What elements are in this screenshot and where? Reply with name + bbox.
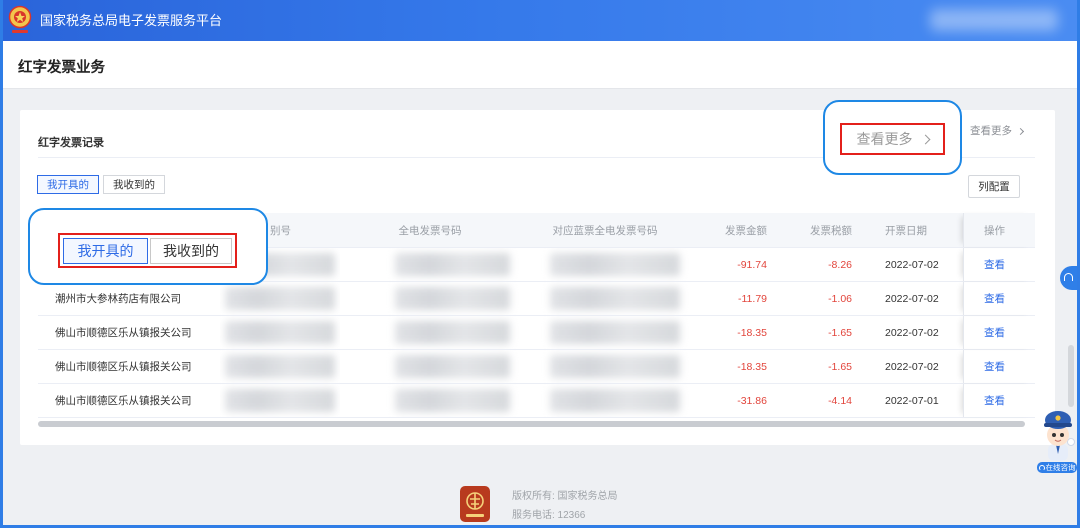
redacted-content — [225, 321, 335, 344]
chevron-right-icon — [920, 134, 930, 144]
platform-title: 国家税务总局电子发票服务平台 — [40, 13, 223, 28]
tax-id-cell — [220, 350, 340, 383]
chevron-right-icon — [1016, 127, 1025, 135]
buyer-name-cell: 佛山市顺德区乐从镇报关公司 — [55, 361, 192, 373]
table-row: 潮州市大参林药店有限公司 -11.79 -1.06 2022-07-02 查看 — [38, 282, 1035, 316]
column-header-amount: 发票金额 — [725, 224, 767, 237]
redacted-content — [395, 389, 510, 412]
invoice-tax-cell: -4.14 — [828, 394, 852, 407]
column-header-issue-date: 开票日期 — [885, 224, 927, 237]
view-link[interactable]: 查看 — [984, 359, 1005, 374]
view-more-label: 查看更多 — [970, 125, 1012, 137]
user-info-redacted[interactable] — [930, 9, 1058, 31]
tax-id-cell — [220, 282, 340, 315]
view-link[interactable]: 查看 — [984, 393, 1005, 408]
redacted-content — [550, 321, 680, 344]
tax-bureau-emblem-icon — [460, 486, 490, 522]
view-link[interactable]: 查看 — [984, 325, 1005, 340]
callout-tab-received: 我收到的 — [150, 238, 232, 264]
view-more-link[interactable]: 查看更多 — [970, 122, 1025, 140]
invoice-number-cell — [340, 316, 520, 349]
redacted-content — [225, 389, 335, 412]
column-header-action: 操作 — [963, 213, 1035, 247]
blue-invoice-number-cell — [520, 384, 690, 417]
invoice-amount-cell: -31.86 — [737, 394, 767, 407]
buyer-name-cell: 佛山市顺德区乐从镇报关公司 — [55, 395, 192, 407]
column-header-invoice-number: 全电发票号码 — [398, 224, 462, 237]
invoice-number-cell — [340, 384, 520, 417]
column-config-button[interactable]: 列配置 — [968, 175, 1020, 198]
invoice-amount-cell: -18.35 — [737, 326, 767, 339]
invoice-amount-cell: -91.74 — [737, 258, 767, 271]
buyer-name-cell: 佛山市顺德区乐从镇报关公司 — [55, 327, 192, 339]
online-consult-label: 在线咨询 — [1045, 463, 1076, 472]
tab-received[interactable]: 我收到的 — [103, 175, 165, 194]
invoice-tax-cell: -1.06 — [828, 292, 852, 305]
invoice-tax-cell: -1.65 — [828, 326, 852, 339]
top-header: 国家税务总局电子发票服务平台 — [0, 0, 1080, 41]
view-link[interactable]: 查看 — [984, 291, 1005, 306]
invoice-number-cell — [340, 282, 520, 315]
issue-date-cell: 2022-07-02 — [885, 360, 939, 373]
tax-id-cell — [220, 316, 340, 349]
blue-invoice-number-cell — [520, 350, 690, 383]
tab-issued[interactable]: 我开具的 — [37, 175, 99, 194]
view-link[interactable]: 查看 — [984, 257, 1005, 272]
column-header-blue-invoice-number: 对应蓝票全电发票号码 — [552, 224, 658, 237]
column-header-tax-amount: 发票税额 — [810, 224, 852, 237]
redacted-content — [395, 355, 510, 378]
action-cell: 查看 — [963, 350, 1035, 383]
section-title: 红字发票记录 — [38, 137, 104, 149]
issue-date-cell: 2022-07-02 — [885, 258, 939, 271]
redacted-content — [225, 355, 335, 378]
action-cell: 查看 — [963, 282, 1035, 315]
issue-date-cell: 2022-07-01 — [885, 394, 939, 407]
footer-copyright: 版权所有: 国家税务总局 — [512, 491, 618, 502]
page-title: 红字发票业务 — [18, 60, 105, 76]
invoice-amount-cell: -18.35 — [737, 360, 767, 373]
issue-date-cell: 2022-07-02 — [885, 326, 939, 339]
redacted-content — [550, 355, 680, 378]
blue-invoice-number-cell — [520, 282, 690, 315]
redacted-content — [550, 287, 680, 310]
page-title-bar: 红字发票业务 — [0, 41, 1080, 89]
side-help-button[interactable] — [1060, 266, 1077, 290]
vertical-scrollbar[interactable] — [1068, 345, 1074, 407]
callout-view-more-label: 查看更多 — [856, 131, 913, 147]
redacted-content — [395, 287, 510, 310]
callout-tab-issued: 我开具的 — [63, 238, 148, 264]
tax-id-cell — [220, 384, 340, 417]
action-cell: 查看 — [963, 248, 1035, 281]
blue-invoice-number-cell — [520, 248, 690, 281]
online-consult-button[interactable]: 在线咨询 — [1037, 462, 1077, 473]
police-mascot-icon[interactable] — [1040, 408, 1076, 462]
blue-invoice-number-cell — [520, 316, 690, 349]
headset-icon — [1064, 273, 1073, 281]
invoice-amount-cell: -11.79 — [738, 292, 767, 305]
redacted-content — [395, 321, 510, 344]
table-row: 佛山市顺德区乐从镇报关公司 -18.35 -1.65 2022-07-02 查看 — [38, 316, 1035, 350]
callout-view-more: 查看更多 — [845, 123, 940, 155]
table-row: 佛山市顺德区乐从镇报关公司 -18.35 -1.65 2022-07-02 查看 — [38, 350, 1035, 384]
invoice-number-cell — [340, 248, 520, 281]
horizontal-scrollbar[interactable] — [38, 421, 1025, 427]
footer-service-phone: 服务电话: 12366 — [512, 510, 586, 521]
issue-date-cell: 2022-07-02 — [885, 292, 939, 305]
redacted-content — [550, 389, 680, 412]
invoice-tax-cell: -1.65 — [828, 360, 852, 373]
headset-icon — [1038, 464, 1045, 471]
action-cell: 查看 — [963, 316, 1035, 349]
table-row: 佛山市顺德区乐从镇报关公司 -31.86 -4.14 2022-07-01 查看 — [38, 384, 1035, 418]
invoice-tax-cell: -8.26 — [828, 258, 852, 271]
redacted-content — [395, 253, 510, 276]
redacted-content — [550, 253, 680, 276]
buyer-name-cell: 潮州市大参林药店有限公司 — [55, 293, 181, 305]
invoice-number-cell — [340, 350, 520, 383]
action-cell: 查看 — [963, 384, 1035, 417]
redacted-content — [225, 287, 335, 310]
tax-emblem-icon — [7, 5, 33, 36]
